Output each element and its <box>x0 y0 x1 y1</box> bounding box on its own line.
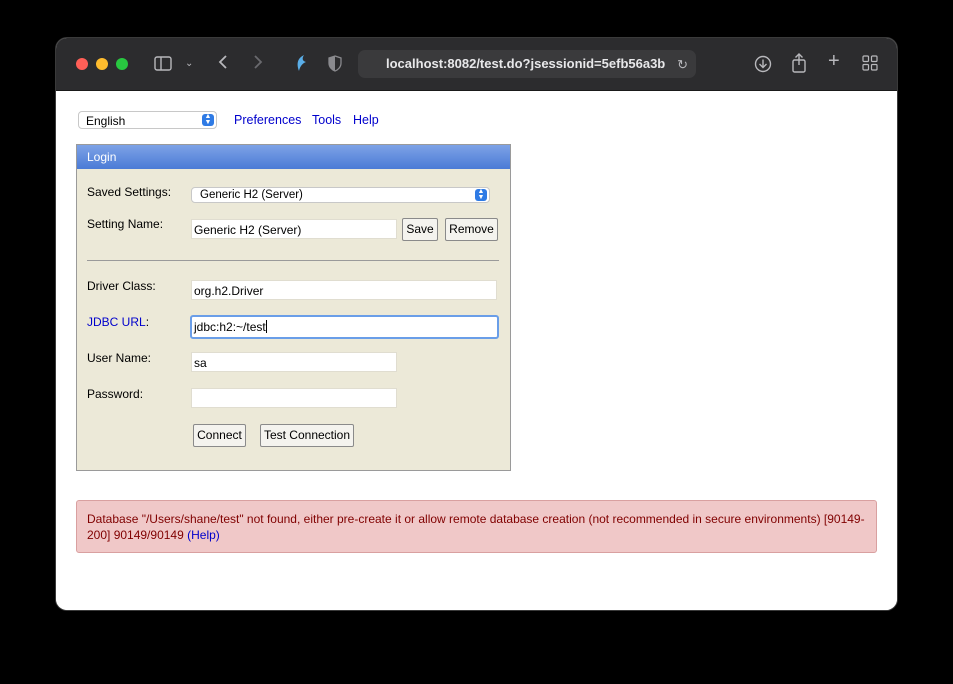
setting-name-label: Setting Name: <box>87 217 164 231</box>
driver-class-label: Driver Class: <box>87 279 156 293</box>
language-select-value: English <box>86 114 126 128</box>
test-connection-button[interactable]: Test Connection <box>260 424 354 447</box>
close-window-button[interactable] <box>76 58 88 70</box>
error-help-link[interactable]: (Help) <box>187 528 220 542</box>
forward-icon[interactable] <box>253 54 263 74</box>
language-select[interactable]: English ▲ ▼ <box>78 111 217 129</box>
select-arrows-icon: ▲ ▼ <box>475 188 487 201</box>
select-arrows-icon: ▲ ▼ <box>202 113 214 126</box>
tab-overview-icon[interactable] <box>862 55 878 75</box>
login-panel: Login Saved Settings: Generic H2 (Server… <box>76 144 511 471</box>
share-icon[interactable] <box>791 53 807 77</box>
help-link[interactable]: Help <box>353 113 379 127</box>
user-name-label: User Name: <box>87 351 152 365</box>
reload-icon[interactable]: ↻ <box>677 57 688 73</box>
url-text: localhost:8082/test.do?jsessionid=5efb56… <box>386 56 666 71</box>
saved-settings-value: Generic H2 (Server) <box>200 189 303 201</box>
preferences-link[interactable]: Preferences <box>234 113 301 127</box>
address-bar[interactable]: localhost:8082/test.do?jsessionid=5efb56… <box>358 50 696 78</box>
tools-link[interactable]: Tools <box>312 113 341 127</box>
saved-settings-label: Saved Settings: <box>87 185 172 199</box>
extension-icon[interactable] <box>294 54 308 76</box>
sidebar-icon[interactable] <box>154 56 172 75</box>
chevron-down-icon[interactable]: ⌄ <box>185 56 193 72</box>
back-icon[interactable] <box>218 54 228 74</box>
setting-name-input[interactable]: Generic H2 (Server) <box>191 219 397 239</box>
jdbc-url-input[interactable]: jdbc:h2:~/test <box>190 315 499 339</box>
new-tab-icon[interactable]: + <box>828 51 840 71</box>
shield-icon[interactable] <box>328 55 342 76</box>
password-label: Password: <box>87 387 144 401</box>
text-cursor <box>265 320 267 333</box>
download-icon[interactable] <box>754 55 772 77</box>
jdbc-url-value: jdbc:h2:~/test <box>194 320 266 334</box>
jdbc-url-label: JDBC URL: <box>87 315 149 329</box>
user-name-input[interactable]: sa <box>191 352 397 372</box>
jdbc-url-link[interactable]: JDBC URL <box>87 315 146 329</box>
remove-button[interactable]: Remove <box>445 218 498 241</box>
driver-class-input[interactable]: org.h2.Driver <box>191 280 497 300</box>
zoom-window-button[interactable] <box>116 58 128 70</box>
page-content: English ▲ ▼ Preferences Tools Help Login … <box>56 91 897 610</box>
save-button[interactable]: Save <box>402 218 438 241</box>
connect-button[interactable]: Connect <box>193 424 246 447</box>
browser-window: ⌄ localhost:8082/test.do?jsessionid=5efb… <box>56 38 897 610</box>
browser-titlebar: ⌄ localhost:8082/test.do?jsessionid=5efb… <box>56 38 897 91</box>
divider <box>87 260 499 261</box>
error-message-box: Database "/Users/shane/test" not found, … <box>76 500 877 553</box>
login-panel-title: Login <box>77 145 510 169</box>
saved-settings-select[interactable]: Generic H2 (Server) ▲ ▼ <box>191 187 490 203</box>
password-input[interactable] <box>191 388 397 408</box>
jdbc-url-colon: : <box>145 315 150 329</box>
minimize-window-button[interactable] <box>96 58 108 70</box>
